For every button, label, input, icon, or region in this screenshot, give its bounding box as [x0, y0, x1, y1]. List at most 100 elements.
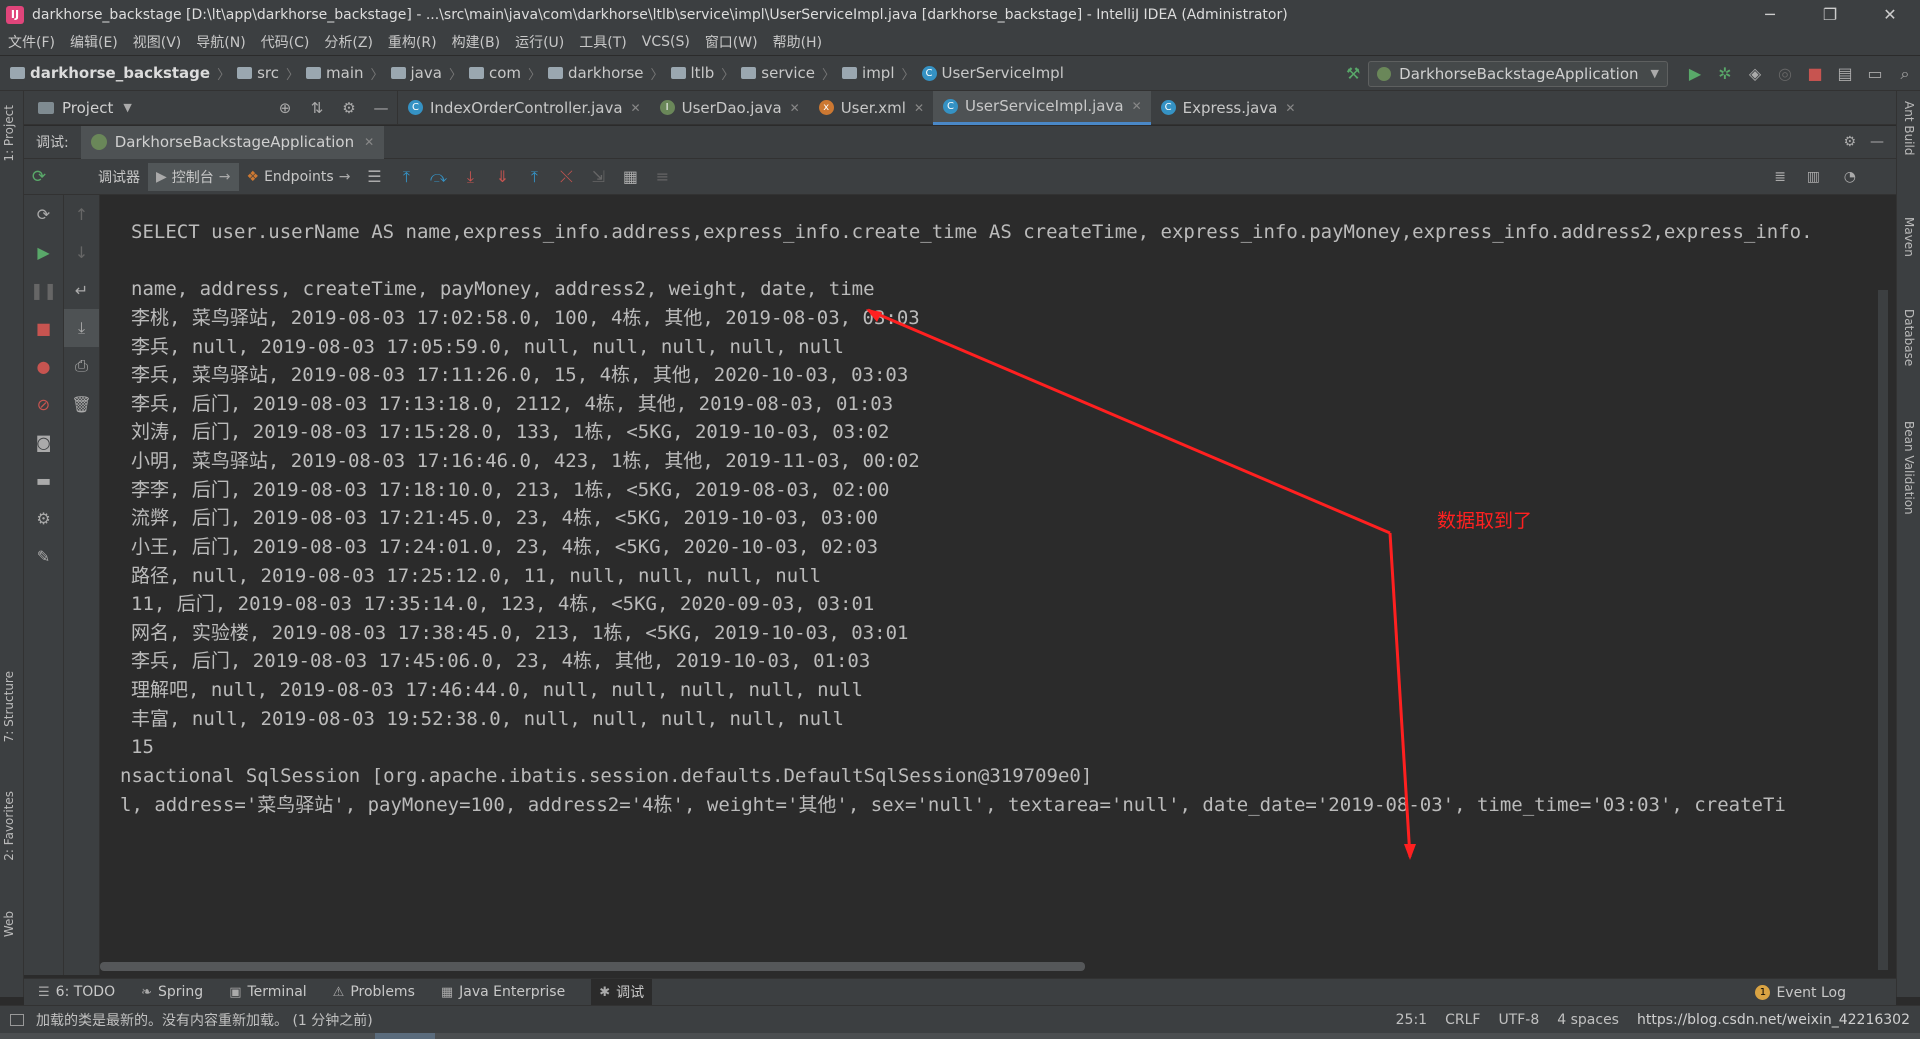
structure-tool-button[interactable]: 7: Structure	[2, 671, 16, 742]
tab-debugger[interactable]: 调试器	[90, 163, 148, 191]
coverage-icon[interactable]: ◈	[1740, 64, 1770, 83]
layout-icon[interactable]: ▥	[1807, 169, 1820, 185]
up-arrow-icon[interactable]: ↑	[64, 195, 99, 233]
hide-icon[interactable]: —	[365, 99, 397, 117]
breadcrumb-item[interactable]: 〉 java	[364, 64, 442, 83]
run-icon[interactable]: ▶	[1680, 64, 1710, 83]
window-icon[interactable]: ▭	[1860, 64, 1890, 83]
breadcrumb-item[interactable]: 〉 com	[442, 64, 521, 83]
down-arrow-icon[interactable]: ↓	[64, 233, 99, 271]
run-to-cursor-icon[interactable]: ⇲	[582, 167, 614, 186]
close-icon[interactable]: ✕	[364, 135, 374, 149]
close-icon[interactable]: ✕	[914, 101, 924, 115]
bottom-tab[interactable]: ❧ Spring	[141, 984, 203, 1000]
editor-tab[interactable]: C Express.java ✕	[1151, 91, 1305, 125]
close-icon[interactable]: ✕	[631, 101, 641, 115]
menu-item[interactable]: 编辑(E)	[70, 32, 118, 52]
web-tool-button[interactable]: Web	[2, 911, 16, 937]
resume-icon[interactable]: ▶	[24, 233, 63, 271]
restore-layout-icon[interactable]: ⟳	[24, 195, 63, 233]
force-step-into-icon[interactable]: ⇓	[486, 167, 518, 186]
editor-tab[interactable]: C IndexOrderController.java ✕	[398, 91, 650, 125]
menu-item[interactable]: 代码(C)	[261, 32, 310, 52]
console-horizontal-scrollbar[interactable]	[100, 962, 1085, 971]
menu-item[interactable]: 运行(U)	[515, 32, 564, 52]
breadcrumb-project[interactable]: darkhorse_backstage	[10, 64, 210, 82]
close-icon[interactable]: ✕	[1285, 101, 1295, 115]
breadcrumb-item[interactable]: 〉 darkhorse	[521, 64, 643, 83]
locate-icon[interactable]: ⊕	[269, 99, 301, 117]
trace-icon[interactable]: ≡	[646, 167, 678, 186]
trash-icon[interactable]: 🗑	[64, 385, 99, 423]
drop-frame-icon[interactable]: ⤬	[550, 167, 582, 187]
breadcrumb-file[interactable]: 〉 C UserServiceImpl	[895, 64, 1064, 83]
collapse-icon[interactable]: ⇅	[301, 99, 333, 117]
menu-item[interactable]: 重构(R)	[388, 32, 437, 52]
menu-item[interactable]: 文件(F)	[8, 32, 55, 52]
breadcrumb-item[interactable]: 〉 src	[210, 64, 279, 83]
view-breakpoints-icon[interactable]: ●	[24, 347, 63, 385]
debug-session-tab[interactable]: DarkhorseBackstageApplication ✕	[80, 125, 385, 159]
file-encoding[interactable]: UTF-8	[1498, 1012, 1539, 1028]
bottom-tab[interactable]: ☰ 6: TODO	[38, 984, 115, 1000]
project-structure-icon[interactable]: ▤	[1830, 64, 1860, 83]
print-icon[interactable]: ⎙	[64, 347, 99, 385]
bottom-tab[interactable]: ✱ 调试	[591, 979, 653, 1005]
evaluate-icon[interactable]: ▦	[614, 167, 646, 186]
menu-item[interactable]: 帮助(H)	[773, 32, 822, 52]
line-separator[interactable]: CRLF	[1445, 1012, 1480, 1028]
tool-windows-toggle-icon[interactable]	[10, 1013, 24, 1026]
gear-icon[interactable]: ⚙	[1843, 134, 1856, 150]
ant-build-tool-button[interactable]: Ant Build	[1902, 101, 1916, 155]
menu-item[interactable]: 分析(Z)	[324, 32, 373, 52]
editor-tab[interactable]: C UserServiceImpl.java ✕	[933, 90, 1151, 125]
hide-icon[interactable]: —	[1870, 134, 1884, 150]
database-tool-button[interactable]: Database	[1902, 309, 1916, 366]
pin-icon[interactable]: ✎	[24, 537, 63, 575]
stop-icon[interactable]: ■	[24, 309, 63, 347]
bottom-tab[interactable]: ▦ Java Enterprise	[441, 984, 565, 1000]
mute-breakpoints-icon[interactable]: ⊘	[24, 385, 63, 423]
build-hammer-icon[interactable]: ⚒	[1338, 64, 1368, 83]
close-button[interactable]: ✕	[1860, 5, 1920, 24]
editor-tab[interactable]: I UserDao.java ✕	[650, 91, 809, 125]
menu-item[interactable]: 导航(N)	[196, 32, 245, 52]
run-config-select[interactable]: DarkhorseBackstageApplication ▼	[1368, 60, 1668, 87]
editor-tab[interactable]: x User.xml ✕	[809, 91, 933, 125]
layout-icon[interactable]: ▬	[24, 461, 63, 499]
bottom-tab[interactable]: ⚠ Problems	[333, 984, 415, 1000]
list-icon[interactable]: ≣	[1774, 169, 1786, 185]
restore-button[interactable]: ❐	[1800, 5, 1860, 24]
bean-validation-tool-button[interactable]: Bean Validation	[1902, 421, 1916, 515]
close-icon[interactable]: ✕	[1132, 99, 1142, 113]
menu-item[interactable]: 构建(B)	[452, 32, 501, 52]
show-execution-point-icon[interactable]: ⤒	[390, 167, 422, 187]
project-tool-button[interactable]: 1: Project	[2, 105, 16, 162]
cursor-position[interactable]: 25:1	[1396, 1012, 1427, 1028]
step-over-icon[interactable]: ⤼	[422, 167, 454, 187]
step-out-icon[interactable]: ⤒	[518, 167, 550, 187]
menu-item[interactable]: 工具(T)	[579, 32, 626, 52]
project-tool-header[interactable]: Project ▼ ⊕ ⇅ ⚙ —	[24, 90, 398, 125]
event-log-button[interactable]: 1 Event Log	[1755, 979, 1846, 1006]
gear-icon[interactable]: ⚙	[24, 499, 63, 537]
indent-setting[interactable]: 4 spaces	[1557, 1012, 1619, 1028]
rerun-icon[interactable]: ⟳	[24, 159, 54, 195]
stop-icon[interactable]: ■	[1800, 64, 1830, 83]
console-vertical-scrollbar[interactable]	[1878, 290, 1888, 970]
bottom-tab[interactable]: ▣ Terminal	[229, 984, 306, 1000]
soft-wrap-icon[interactable]: ↵	[64, 271, 99, 309]
search-icon[interactable]: ⌕	[1890, 64, 1920, 84]
camera-icon[interactable]: ◙	[24, 423, 63, 461]
menu-item[interactable]: VCS(S)	[642, 34, 690, 50]
menu-lines-icon[interactable]: ☰	[358, 167, 390, 186]
breadcrumb-item[interactable]: 〉 main	[279, 64, 364, 83]
scroll-to-end-icon[interactable]: ⤓	[64, 309, 99, 347]
minimize-button[interactable]: ─	[1740, 5, 1800, 24]
gear-icon[interactable]: ⚙	[333, 99, 365, 117]
tab-console[interactable]: ▶ 控制台 →	[148, 162, 239, 191]
gauge-icon[interactable]: ◔	[1844, 169, 1856, 185]
step-into-icon[interactable]: ⤓	[454, 167, 486, 187]
menu-item[interactable]: 视图(V)	[133, 32, 182, 52]
tab-endpoints[interactable]: ❖ Endpoints →	[239, 163, 359, 191]
